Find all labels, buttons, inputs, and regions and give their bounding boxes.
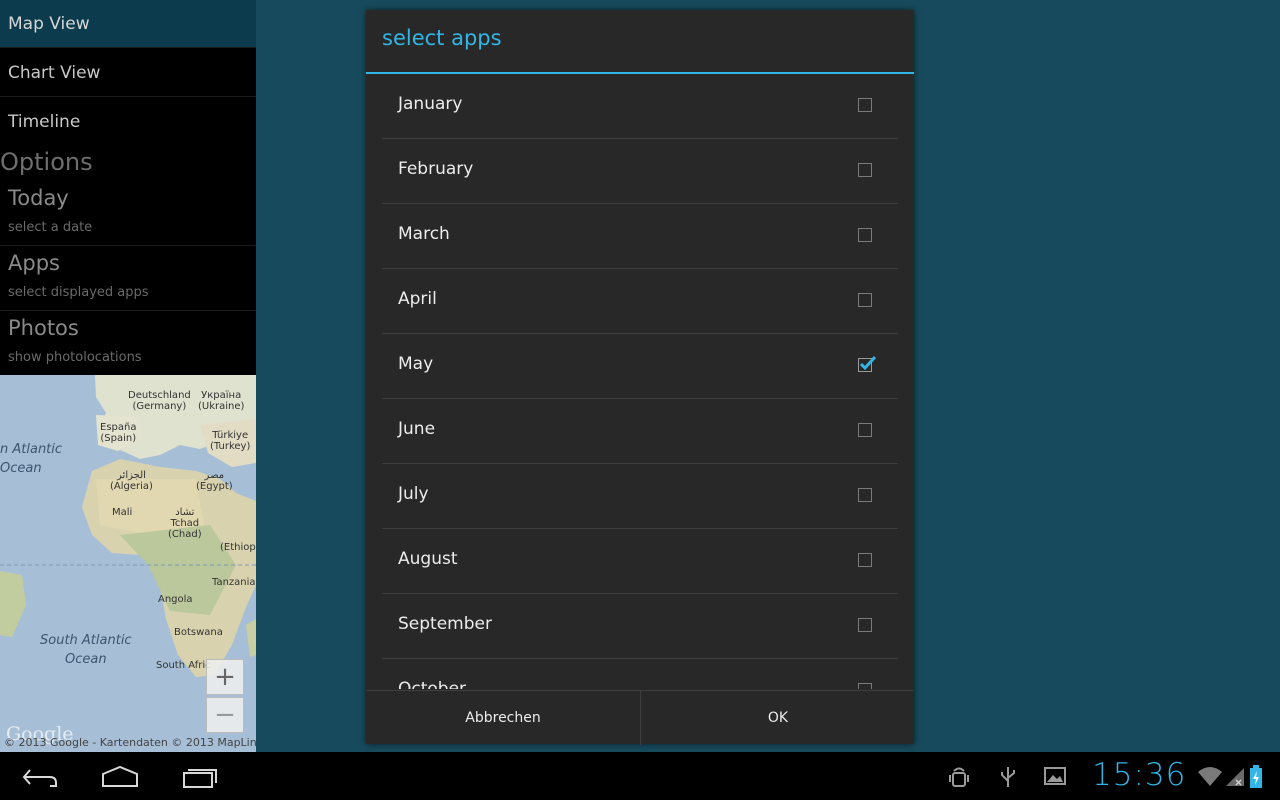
option-photos-subtitle: show photolocations — [8, 350, 142, 365]
dialog-title: select apps — [382, 26, 502, 50]
list-item-label: February — [398, 159, 474, 179]
list-item-may[interactable]: May — [382, 334, 898, 399]
list-item-january[interactable]: January — [382, 74, 898, 139]
select-apps-dialog: select apps January February March April… — [366, 10, 914, 745]
checkbox[interactable] — [858, 98, 872, 112]
option-apps[interactable]: Apps select displayed apps — [0, 247, 256, 311]
nav-item-timeline[interactable]: Timeline — [0, 98, 256, 146]
cancel-button[interactable]: Abbrechen — [366, 691, 640, 745]
map-label-ethiopia: (Ethiopia — [220, 542, 256, 553]
battery-charging-icon[interactable] — [1248, 764, 1264, 790]
map-label-ukraine: Україна (Ukraine) — [198, 390, 245, 412]
checkmark-icon — [859, 355, 877, 371]
list-item-february[interactable]: February — [382, 139, 898, 204]
list-item-august[interactable]: August — [382, 529, 898, 594]
map-label-chad: تشاد Tchad (Chad) — [168, 507, 202, 540]
recent-apps-icon[interactable] — [180, 764, 222, 790]
zoom-out-button[interactable]: − — [206, 697, 244, 733]
map-label-mali: Mali — [112, 507, 133, 518]
map-label-botswana: Botswana — [174, 627, 223, 638]
option-apps-title: Apps — [8, 251, 60, 275]
nav-item-chart-view[interactable]: Chart View — [0, 49, 256, 97]
map-label-turkey: Türkiye (Turkey) — [210, 430, 251, 452]
usb-icon — [1001, 767, 1015, 787]
ok-button[interactable]: OK — [641, 691, 915, 745]
ocean-label-south-atlantic: South Atlantic Ocean — [40, 633, 132, 667]
map-label-tanzania: Tanzania — [212, 577, 256, 588]
list-item-label: March — [398, 224, 450, 244]
checkbox[interactable] — [858, 618, 872, 632]
map-label-angola: Angola — [158, 594, 193, 605]
navigation-drawer: Map View Chart View Timeline Options Tod… — [0, 0, 256, 375]
list-item-label: August — [398, 549, 458, 569]
ocean-label-north-atlantic: n Atlantic Ocean — [0, 442, 63, 476]
signal-icon[interactable] — [1224, 766, 1246, 788]
checkbox[interactable] — [858, 163, 872, 177]
nav-item-map-view[interactable]: Map View — [0, 0, 256, 48]
list-item-september[interactable]: September — [382, 594, 898, 659]
option-today-title: Today — [8, 186, 69, 210]
option-today[interactable]: Today select a date — [0, 182, 256, 246]
map-label-algeria: الجزائر (Algeria) — [110, 470, 153, 492]
checkbox[interactable] — [858, 228, 872, 242]
dialog-button-bar: Abbrechen OK — [366, 690, 914, 745]
clock[interactable]: 15:36 — [1092, 757, 1186, 793]
list-item-label: May — [398, 354, 434, 374]
list-item-label: January — [398, 94, 463, 114]
option-today-subtitle: select a date — [8, 220, 93, 235]
checkbox-checked[interactable] — [858, 355, 877, 372]
list-item-label: September — [398, 614, 492, 634]
list-item-april[interactable]: April — [382, 269, 898, 334]
map-view[interactable]: Deutschland (Germany) Україна (Ukraine) Es… — [0, 375, 256, 752]
wifi-icon[interactable] — [1196, 766, 1224, 788]
list-item-label: October — [398, 679, 467, 689]
list-item-july[interactable]: July — [382, 464, 898, 529]
list-item-label: July — [398, 484, 429, 504]
checkbox[interactable] — [858, 293, 872, 307]
back-icon[interactable] — [20, 764, 60, 790]
checkbox[interactable] — [858, 423, 872, 437]
zoom-in-button[interactable]: + — [206, 659, 244, 695]
option-photos-title: Photos — [8, 316, 79, 340]
android-debug-icon — [949, 767, 969, 787]
options-heading: Options — [0, 148, 93, 176]
map-label-egypt: مصر (Egypt) — [196, 470, 233, 492]
map-label-south-africa: South Afric — [156, 660, 211, 671]
checkbox[interactable] — [858, 553, 872, 567]
list-item-june[interactable]: June — [382, 399, 898, 464]
checkbox[interactable] — [858, 683, 872, 689]
month-list[interactable]: January February March April May June Ju… — [382, 74, 898, 689]
map-attribution[interactable]: © 2013 Google - Kartendaten © 2013 MapLi… — [4, 736, 256, 749]
system-bar: 15:36 — [0, 752, 1280, 800]
option-apps-subtitle: select displayed apps — [8, 285, 149, 300]
home-icon[interactable] — [100, 764, 140, 790]
map-label-spain: España (Spain) — [100, 422, 137, 444]
list-item-label: June — [398, 419, 436, 439]
list-item-march[interactable]: March — [382, 204, 898, 269]
map-label-germany: Deutschland (Germany) — [128, 390, 191, 412]
list-item-october[interactable]: October — [382, 659, 898, 689]
list-item-label: April — [398, 289, 437, 309]
option-photos[interactable]: Photos show photolocations — [0, 312, 256, 375]
screenshot-icon — [1044, 767, 1066, 785]
checkbox[interactable] — [858, 488, 872, 502]
